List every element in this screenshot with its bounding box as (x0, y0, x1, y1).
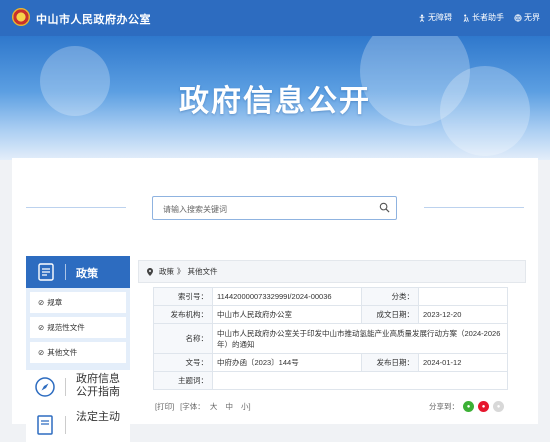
borderless-link[interactable]: 无界 (514, 12, 540, 23)
font-large-button[interactable]: 大 (210, 402, 218, 411)
table-row: 索引号： 11442000007332999I/2024-00036 分类： (153, 287, 508, 306)
top-bar: 中山市人民政府办公室 无障碍 长者助手 无界 (0, 0, 550, 36)
wechat-icon[interactable]: ● (463, 401, 474, 412)
elder-assist-icon (463, 14, 469, 22)
divider (65, 416, 66, 434)
font-size-control: [字体： 大 中 小] (180, 401, 250, 412)
link-icon: ⊘ (38, 298, 45, 307)
created-date-value: 2023-12-20 (418, 305, 508, 324)
sidebar-item-label: 其他文件 (47, 348, 78, 357)
font-size-label: [字体： (180, 402, 205, 411)
table-row: 发布机构： 中山市人民政府办公室 成文日期： 2023-12-20 (153, 305, 508, 324)
share-more-icon[interactable]: ● (493, 401, 504, 412)
divider (26, 207, 126, 208)
table-row: 名称： 中山市人民政府办公室关于印发中山市推动氢能产业高质量发展行动方案（202… (153, 323, 508, 354)
sidebar-item-normative-docs[interactable]: ⊘ 规范性文件 (30, 317, 126, 338)
banner-title: 政府信息公开 (179, 85, 371, 118)
link-icon: ⊘ (38, 323, 45, 332)
name-label: 名称： (153, 323, 213, 354)
search-input[interactable] (161, 197, 375, 221)
borderless-label: 无界 (524, 13, 540, 22)
font-small-button[interactable]: 小] (241, 402, 251, 411)
share-label: 分享到： (429, 402, 459, 411)
document-metadata-table: 索引号： 11442000007332999I/2024-00036 分类： 发… (153, 287, 508, 390)
elder-assist-label: 长者助手 (472, 13, 504, 22)
accessibility-link[interactable]: 无障碍 (418, 12, 452, 23)
print-button[interactable]: [打印] (155, 401, 174, 412)
created-date-label: 成文日期： (361, 305, 419, 324)
breadcrumb-separator: 》 (177, 267, 185, 276)
published-date-value: 2024-01-12 (418, 353, 508, 372)
link-icon: ⊘ (38, 348, 45, 357)
search-icon[interactable] (379, 202, 390, 213)
subject-label: 主题词： (153, 371, 213, 390)
label-line: 公开指南 (76, 386, 120, 398)
sidebar-section-policy[interactable]: 政策 (26, 256, 130, 288)
doc-number-label: 文号： (153, 353, 213, 372)
weibo-icon[interactable]: ● (478, 401, 489, 412)
label-line: 政府信息 (76, 373, 120, 385)
sidebar-item-label: 规范性文件 (47, 323, 85, 332)
search-box (152, 196, 397, 221)
category-label: 分类： (361, 287, 419, 306)
document-icon (37, 415, 53, 435)
sidebar-block-label: 政府信息 公开指南 (76, 373, 120, 399)
category-value (418, 287, 508, 306)
index-label: 索引号： (153, 287, 213, 306)
breadcrumb-home[interactable]: 政策 (159, 266, 174, 277)
accessibility-icon (419, 14, 425, 22)
national-emblem-icon (12, 8, 30, 26)
divider (424, 207, 524, 208)
issuer-value: 中山市人民政府办公室 (212, 305, 362, 324)
doc-number-value: 中府办函〔2023〕144号 (212, 353, 362, 372)
breadcrumb-current[interactable]: 其他文件 (188, 266, 218, 277)
sidebar-item-disclosure-guide[interactable]: 政府信息 公开指南 (26, 370, 130, 404)
font-medium-button[interactable]: 中 (225, 402, 233, 411)
document-list-icon (38, 263, 54, 281)
breadcrumb: 政策 》 其他文件 (138, 260, 526, 283)
sidebar-item-label: 规章 (47, 298, 63, 307)
accessibility-label: 无障碍 (428, 13, 452, 22)
table-row: 主题词： (153, 371, 508, 390)
main-panel: 政策 ⊘ 规章 ⊘ 规范性文件 ⊘ 其他文件 政府信息 公开指南 法定主动 政 (12, 158, 538, 442)
subject-value (212, 371, 508, 390)
label-line: 法定主动 (76, 411, 120, 423)
banner: 政府信息公开 (0, 36, 550, 160)
sidebar-item-statutory[interactable]: 法定主动 (26, 408, 130, 442)
compass-icon (35, 377, 55, 397)
name-value: 中山市人民政府办公室关于印发中山市推动氢能产业高质量发展行动方案（2024-20… (212, 323, 508, 354)
globe-icon (514, 13, 522, 22)
issuer-label: 发布机构： (153, 305, 213, 324)
index-value: 11442000007332999I/2024-00036 (212, 287, 362, 306)
top-links: 无障碍 长者助手 无界 (418, 12, 540, 23)
sidebar-block-label: 法定主动 (76, 411, 120, 424)
divider (65, 264, 66, 280)
sidebar-section-title: 政策 (76, 268, 98, 280)
divider (65, 378, 66, 396)
published-date-label: 发布日期： (361, 353, 419, 372)
article-toolbar: [打印] [字体： 大 中 小] (155, 401, 251, 412)
elder-assist-link[interactable]: 长者助手 (462, 12, 504, 23)
sidebar-item-regulations[interactable]: ⊘ 规章 (30, 292, 126, 313)
share-bar: 分享到： ● ● ● (429, 401, 504, 412)
site-title[interactable]: 中山市人民政府办公室 (36, 11, 151, 27)
location-icon (147, 267, 153, 276)
sidebar-item-other-docs[interactable]: ⊘ 其他文件 (30, 342, 126, 363)
table-row: 文号： 中府办函〔2023〕144号 发布日期： 2024-01-12 (153, 353, 508, 372)
